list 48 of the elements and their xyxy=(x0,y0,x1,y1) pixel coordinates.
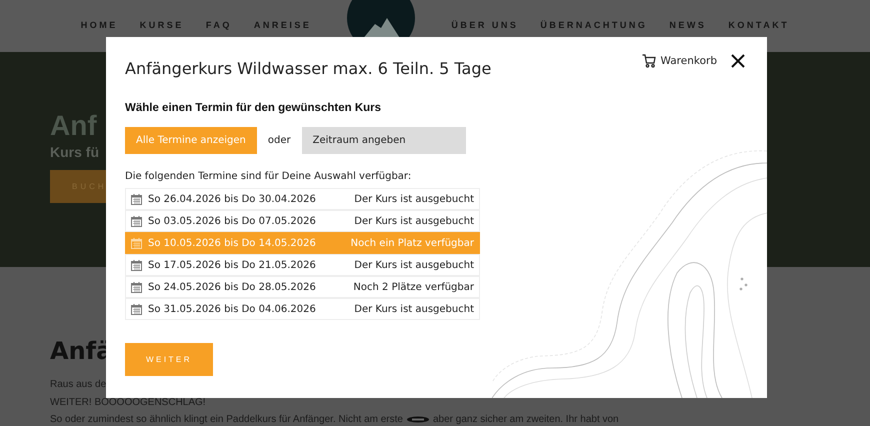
body-text: aber ganz sicher am zweiten. Ihr habt von xyxy=(432,414,619,425)
availability-status: Der Kurs ist ausgebucht xyxy=(354,260,474,270)
calendar-icon xyxy=(131,238,142,248)
date-range: So 03.05.2026 bis Do 07.05.2026 xyxy=(148,216,317,226)
availability-status: Der Kurs ist ausgebucht xyxy=(354,216,474,226)
date-range: So 10.05.2026 bis Do 14.05.2026 xyxy=(148,238,317,248)
close-button[interactable] xyxy=(731,54,745,68)
date-range: So 24.05.2026 bis Do 28.05.2026 xyxy=(148,282,317,292)
filter-button[interactable]: Zeitraum angeben xyxy=(302,127,466,154)
next-button[interactable]: WEITER xyxy=(125,343,213,376)
nav-link[interactable]: ÜBER UNS xyxy=(451,20,518,30)
dialog-subtitle: Wähle einen Termin für den gewünschten Kurs xyxy=(125,102,382,114)
availability-status: Der Kurs ist ausgebucht xyxy=(354,194,474,204)
date-option[interactable]: So 03.05.2026 bis Do 07.05.2026 Der Kurs ist ausgebucht xyxy=(125,210,480,232)
filter-button[interactable]: Alle Termine anzeigen xyxy=(125,127,257,154)
availability-status: Noch ein Platz verfügbar xyxy=(350,238,474,248)
nav-link[interactable]: ÜBERNACHTUNG xyxy=(540,20,648,30)
calendar-icon xyxy=(131,194,142,204)
date-option[interactable]: So 26.04.2026 bis Do 30.04.2026 Der Kurs ist ausgebucht xyxy=(125,188,480,210)
date-range: So 17.05.2026 bis Do 21.05.2026 xyxy=(148,260,317,270)
date-option[interactable]: So 24.05.2026 bis Do 28.05.2026 Noch 2 Plätze verfügbar xyxy=(125,276,480,298)
nav-link[interactable]: NEWS xyxy=(669,20,706,30)
cart-button[interactable]: Warenkorb xyxy=(642,54,717,68)
calendar-icon xyxy=(131,304,142,314)
nav-link[interactable]: HOME xyxy=(80,20,118,30)
nav-link[interactable]: KURSE xyxy=(140,20,184,30)
nav-link[interactable]: KONTAKT xyxy=(728,20,790,30)
or-label: oder xyxy=(268,135,291,146)
body-text: WEITER! BOOOOOGENSCHLAG! xyxy=(50,396,206,410)
date-option[interactable]: So 31.05.2026 bis Do 04.06.2026 Der Kurs ist ausgebucht xyxy=(125,298,480,320)
date-option[interactable]: So 10.05.2026 bis Do 14.05.2026 Noch ein Platz verfügbar xyxy=(125,232,480,254)
body-text: Raus aus de xyxy=(50,378,106,392)
body-text: So oder zumindest so ähnlich klingt ein Paddelkurs für Anfänger. Nicht am erste xyxy=(50,414,403,425)
hero-subtitle: Kurs fü xyxy=(50,144,100,160)
nav-link[interactable]: FAQ xyxy=(206,20,232,30)
dialog-title: Anfängerkurs Wildwasser max. 6 Teiln. 5 Tage xyxy=(125,59,492,78)
availability-status: Noch 2 Plätze verfügbar xyxy=(353,282,474,292)
cart-icon xyxy=(642,54,656,68)
date-range: So 31.05.2026 bis Do 04.06.2026 xyxy=(148,304,317,314)
info-text: Die folgenden Termine sind für Deine Auswahl verfügbar: xyxy=(125,171,412,182)
date-range: So 26.04.2026 bis Do 30.04.2026 xyxy=(148,194,317,204)
availability-status: Der Kurs ist ausgebucht xyxy=(354,304,474,314)
date-option[interactable]: So 17.05.2026 bis Do 21.05.2026 Der Kurs ist ausgebucht xyxy=(125,254,480,276)
calendar-icon xyxy=(131,216,142,226)
kayak-icon xyxy=(406,416,429,423)
calendar-icon xyxy=(131,282,142,292)
nav-link[interactable]: ANREISE xyxy=(254,20,312,30)
calendar-icon xyxy=(131,260,142,270)
